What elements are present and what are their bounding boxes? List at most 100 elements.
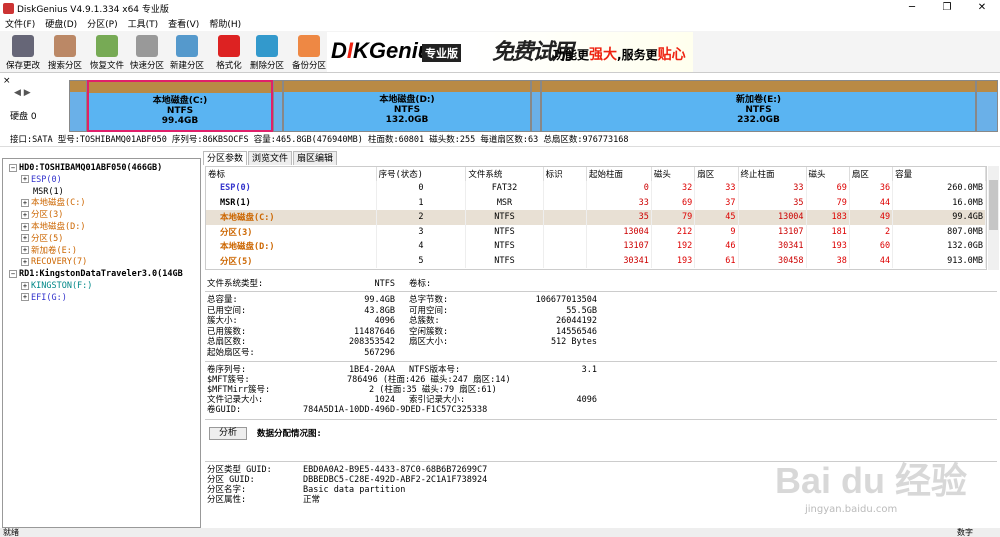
table-cell: NTFS <box>465 224 544 239</box>
tree-node[interactable]: MSR(1) <box>21 186 64 198</box>
column-header[interactable]: 文件系统 <box>465 167 544 181</box>
detail-value: 208353542 <box>348 337 395 348</box>
expand-toggle-icon[interactable]: + <box>21 222 29 231</box>
expand-toggle-icon[interactable]: + <box>21 210 29 219</box>
column-header[interactable]: 磁头 <box>806 167 850 181</box>
new-partition-button[interactable]: 新建分区 <box>167 33 207 71</box>
table-cell: 5 <box>376 253 467 268</box>
format-button[interactable]: 格式化 <box>209 33 249 71</box>
partition-block-small-1[interactable] <box>69 80 87 132</box>
tree-node[interactable]: + KINGSTON(F:) <box>21 280 92 292</box>
table-cell: NTFS <box>465 239 544 254</box>
disk-nav-arrows[interactable]: ◀ ▶ <box>14 88 31 98</box>
partition-block-d[interactable]: 本地磁盘(D:) NTFS 132.0GB <box>283 80 531 132</box>
analyze-button[interactable]: 分析 <box>209 427 247 440</box>
watermark-brand: Bai du 经验 <box>775 460 968 501</box>
detail-label: 总扇区数: <box>207 337 247 348</box>
table-cell: 35 <box>586 210 652 225</box>
expand-toggle-icon[interactable]: + <box>21 281 29 290</box>
banner-ad[interactable]: DIKGenius 专业版 免费试用 功能更强大,服务更贴心 <box>327 32 693 72</box>
expand-toggle-icon[interactable]: + <box>21 234 29 243</box>
partition-block-small-3[interactable] <box>273 80 283 132</box>
table-cell: 60 <box>849 239 894 254</box>
scrollbar-thumb[interactable] <box>989 180 998 230</box>
toolbar-label: 备份分区 <box>291 61 326 71</box>
table-cell: 193 <box>806 239 850 254</box>
tree-node[interactable]: − RD1:KingstonDataTraveler3.0(14GB <box>9 268 183 280</box>
fs-type-value: NTFS <box>374 279 395 289</box>
save-button[interactable]: 保存更改 <box>3 33 43 71</box>
tab-browse-files[interactable]: 浏览文件 <box>248 151 293 165</box>
table-cell <box>543 195 587 210</box>
volume-label-label: 卷标: <box>409 279 432 289</box>
column-header[interactable]: 卷标 <box>206 167 377 181</box>
quick-partition-button[interactable]: 快速分区 <box>127 33 167 71</box>
expand-toggle-icon[interactable]: + <box>21 198 29 207</box>
tab-partition-params[interactable]: 分区参数 <box>203 151 248 165</box>
expand-toggle-icon[interactable]: + <box>21 246 29 255</box>
column-header[interactable]: 磁头 <box>651 167 696 181</box>
table-row[interactable]: MSR(1) 1 MSR 33 69 37 35 79 44 16.0MB <box>206 195 986 210</box>
table-scrollbar[interactable] <box>988 166 999 270</box>
expand-toggle-icon[interactable]: − <box>9 269 17 278</box>
tree-node[interactable]: + EFI(G:) <box>21 292 67 304</box>
tree-node[interactable]: + 分区(3) <box>21 209 63 221</box>
table-cell: 46 <box>694 239 739 254</box>
tree-node-label: MSR(1) <box>33 186 64 197</box>
expand-toggle-icon[interactable]: − <box>9 163 17 172</box>
close-diskmap-icon[interactable]: × <box>3 76 11 86</box>
format-icon <box>218 35 240 57</box>
tree-node[interactable]: + 新加卷(E:) <box>21 245 77 257</box>
menu-help[interactable]: 帮助(H) <box>204 17 246 30</box>
tree-node[interactable]: + 分区(5) <box>21 233 63 245</box>
expand-toggle-icon[interactable]: + <box>21 175 29 184</box>
tree-node[interactable]: + 本地磁盘(C:) <box>21 197 85 209</box>
tree-node-label: 分区(3) <box>31 210 64 221</box>
detail-label: 已用簇数: <box>207 326 247 337</box>
menu-view[interactable]: 查看(V) <box>163 17 204 30</box>
delete-button[interactable]: 删除分区 <box>247 33 287 71</box>
partition-block-e[interactable]: 新加卷(E:) NTFS 232.0GB <box>541 80 976 132</box>
table-row[interactable]: 分区(3) 3 NTFS 13004 212 9 13107 181 2 807.0MB <box>206 224 986 239</box>
table-row[interactable]: 本地磁盘(D:) 4 NTFS 13107 192 46 30341 193 60 132.0GB <box>206 239 986 254</box>
expand-toggle-icon[interactable]: + <box>21 293 29 302</box>
table-row[interactable]: 本地磁盘(C:) 2 NTFS 35 79 45 13004 183 49 99.4GB <box>206 210 986 225</box>
minimize-button[interactable]: ─ <box>895 0 929 16</box>
table-row[interactable]: ESP(0) 0 FAT32 0 32 33 33 69 36 260.0MB <box>206 181 986 196</box>
close-button[interactable]: ✕ <box>965 0 999 16</box>
detail-value: 26044192 <box>556 316 597 327</box>
recover-button[interactable]: 恢复文件 <box>87 33 127 71</box>
menu-file[interactable]: 文件(F) <box>0 17 40 30</box>
tree-node[interactable]: + ESP(0) <box>21 174 62 186</box>
column-header[interactable]: 标识 <box>543 167 587 181</box>
table-cell: 183 <box>806 210 850 225</box>
column-header[interactable]: 序号(状态) <box>376 167 467 181</box>
table-cell: 4 <box>376 239 467 254</box>
menu-disk[interactable]: 硬盘(D) <box>40 17 82 30</box>
tree-node[interactable]: + 本地磁盘(D:) <box>21 221 85 233</box>
tree-node[interactable]: − HD0:TOSHIBAMQ01ABF050(466GB) <box>9 162 162 174</box>
partition-block-c[interactable]: 本地磁盘(C:) NTFS 99.4GB <box>87 80 273 132</box>
tree-node[interactable]: + RECOVERY(7) <box>21 256 87 268</box>
partition-block-recovery[interactable] <box>976 80 998 132</box>
column-header[interactable]: 容量 <box>892 167 986 181</box>
column-header[interactable]: 起始柱面 <box>586 167 652 181</box>
tab-sector-edit[interactable]: 扇区编辑 <box>293 151 338 165</box>
column-header[interactable]: 扇区 <box>849 167 894 181</box>
column-header[interactable]: 终止柱面 <box>738 167 807 181</box>
partition-block-small-5[interactable] <box>531 80 541 132</box>
menu-bar: 文件(F) 硬盘(D) 分区(P) 工具(T) 查看(V) 帮助(H) <box>0 16 1000 31</box>
restore-button[interactable]: ❐ <box>930 0 964 16</box>
backup-button[interactable]: 备份分区 <box>289 33 329 71</box>
expand-toggle-icon[interactable]: + <box>21 257 29 266</box>
table-cell <box>543 181 587 196</box>
menu-partition[interactable]: 分区(P) <box>82 17 122 30</box>
table-row[interactable]: 分区(5) 5 NTFS 30341 193 61 30458 38 44 913.0MB <box>206 253 986 268</box>
search-button[interactable]: 搜索分区 <box>45 33 85 71</box>
toolbar-label: 新建分区 <box>169 61 204 71</box>
search-icon <box>54 35 76 57</box>
detail-label: 簇大小: <box>207 316 238 327</box>
table-cell: NTFS <box>465 210 544 225</box>
column-header[interactable]: 扇区 <box>694 167 739 181</box>
menu-tools[interactable]: 工具(T) <box>123 17 164 30</box>
